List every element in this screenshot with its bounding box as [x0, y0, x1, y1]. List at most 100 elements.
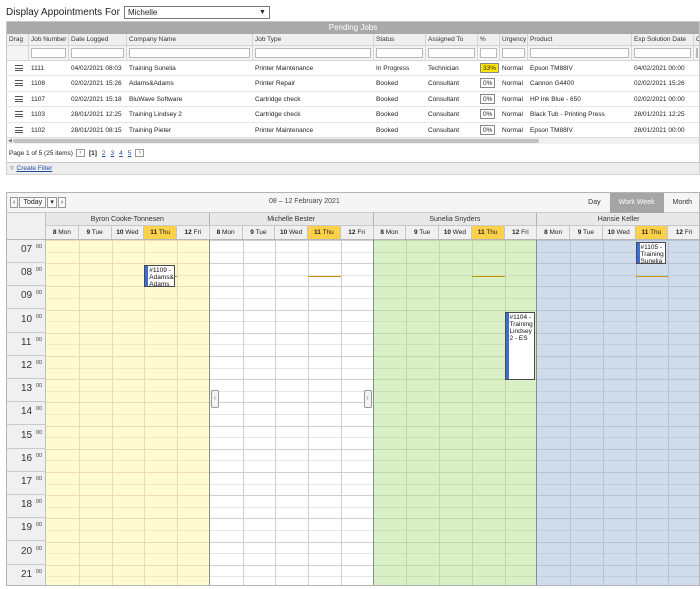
- resource-column-3[interactable]: [537, 240, 699, 585]
- scroll-left-handle[interactable]: ‹: [210, 389, 219, 408]
- next-period-button[interactable]: ›: [57, 197, 67, 208]
- slot-line: [46, 483, 210, 485]
- user-select[interactable]: Michelle ▼: [123, 5, 270, 19]
- column-filter-input[interactable]: [255, 48, 371, 58]
- column-header[interactable]: Drag: [7, 34, 29, 45]
- appointment[interactable]: #1105 - Training Sunelia: [635, 242, 667, 265]
- column-filter-input[interactable]: [634, 48, 691, 58]
- scroll-right-handle[interactable]: ›: [363, 389, 372, 408]
- drag-handle-icon[interactable]: [15, 65, 23, 71]
- table-cell: Adams&Adams: [129, 80, 174, 88]
- pager-page-link[interactable]: 4: [118, 150, 124, 157]
- table-cell: Black Tub - Printing Press: [530, 111, 605, 119]
- drag-cell[interactable]: [7, 61, 29, 75]
- table-row[interactable]: 1111 04/02/2021 08:03 Training Sunelia Prin…: [7, 61, 699, 77]
- drag-handle-icon[interactable]: [15, 80, 23, 87]
- column-filter-input[interactable]: [129, 48, 250, 58]
- column-header[interactable]: Exp Solution Date: [632, 34, 694, 45]
- minute-label: 00: [36, 568, 43, 575]
- create-filter-link[interactable]: Create Filter: [17, 165, 53, 172]
- day-header-cell[interactable]: 9 Tue: [406, 226, 439, 239]
- day-header-cell[interactable]: 8 Mon: [210, 226, 243, 239]
- view-tab-work-week[interactable]: Work Week: [609, 193, 664, 213]
- view-tab-month[interactable]: Month: [664, 193, 699, 213]
- day-header-cell[interactable]: 9 Tue: [570, 226, 603, 239]
- day-header-cell[interactable]: 11 Thu: [308, 226, 341, 239]
- day-header-cell[interactable]: 12 Fri: [177, 226, 210, 239]
- column-header[interactable]: Product: [528, 34, 632, 45]
- prev-period-button[interactable]: ‹: [10, 197, 19, 208]
- column-header[interactable]: Date Logged: [69, 34, 127, 45]
- day-header-cell[interactable]: 10 Wed: [603, 226, 636, 239]
- column-filter-input[interactable]: [530, 48, 629, 58]
- pager-page-link[interactable]: 5: [127, 150, 133, 157]
- column-header[interactable]: Assigned To: [426, 34, 478, 45]
- day-header-cell[interactable]: 12 Fri: [668, 226, 699, 239]
- scrollbar-thumb[interactable]: [13, 139, 539, 143]
- column-header[interactable]: C: [694, 34, 699, 45]
- column-filter-cell: [374, 46, 426, 60]
- column-header[interactable]: Job Number: [29, 34, 69, 45]
- drag-cell[interactable]: [7, 123, 29, 137]
- day-header-cell[interactable]: 9 Tue: [79, 226, 112, 239]
- column-filter-input[interactable]: [71, 48, 124, 58]
- day-header-cell[interactable]: 11 Thu: [471, 226, 505, 239]
- drag-handle-icon[interactable]: [15, 111, 23, 118]
- appointment[interactable]: #1104 - Training Lindsey 2 - ES: [504, 311, 536, 381]
- day-header-cell[interactable]: 10 Wed: [439, 226, 472, 239]
- table-row[interactable]: 1108 02/02/2021 15:26 Adams&Adams Printer R…: [7, 76, 699, 92]
- resource-column-2[interactable]: [373, 240, 538, 585]
- grid-header: Drag Job Number Date Logged Company Name Job…: [7, 34, 699, 46]
- scroll-left-icon[interactable]: ◀: [8, 138, 12, 144]
- drag-cell[interactable]: [7, 107, 29, 121]
- column-filter-input[interactable]: [31, 48, 66, 58]
- date-picker-button[interactable]: ▾: [47, 197, 57, 208]
- pager-pages: [1] 2 3 4 5: [88, 150, 132, 157]
- day-header-cell[interactable]: 10 Wed: [275, 226, 308, 239]
- scheduler: ‹ Today ▾ › 08 – 12 February 2021 Day Wor…: [6, 192, 700, 586]
- slot-line: [209, 251, 374, 253]
- drag-handle-icon[interactable]: [15, 95, 23, 102]
- column-filter-input[interactable]: [502, 48, 525, 58]
- table-row[interactable]: 1103 28/01/2021 12:25 Training Lindsey 2 Ca…: [7, 107, 699, 123]
- column-header[interactable]: Status: [374, 34, 426, 45]
- day-header-cell[interactable]: 12 Fri: [505, 226, 538, 239]
- column-filter-input[interactable]: [428, 48, 475, 58]
- pager-page-link[interactable]: 2: [101, 150, 107, 157]
- column-header[interactable]: Company Name: [127, 34, 253, 45]
- slot-line: [209, 576, 374, 578]
- table-cell: 1111: [31, 65, 45, 72]
- day-header-cell[interactable]: 12 Fri: [341, 226, 374, 239]
- day-header-cell[interactable]: 11 Thu: [144, 226, 177, 239]
- drag-cell[interactable]: [7, 92, 29, 106]
- column-header[interactable]: %: [478, 34, 500, 45]
- pager-page-link[interactable]: [1]: [88, 150, 98, 157]
- column-header[interactable]: Urgency: [500, 34, 528, 45]
- day-header-cell[interactable]: 8 Mon: [374, 226, 407, 239]
- pager-next-button[interactable]: ›: [135, 149, 145, 157]
- drag-cell[interactable]: [7, 76, 29, 90]
- slot-line: [46, 332, 210, 334]
- day-header-cell[interactable]: 10 Wed: [112, 226, 145, 239]
- column-filter-input[interactable]: [696, 48, 698, 58]
- drag-handle-icon[interactable]: [15, 126, 23, 133]
- today-button[interactable]: Today: [19, 197, 47, 208]
- day-header-cell[interactable]: 11 Thu: [635, 226, 669, 239]
- resource-column-0[interactable]: [46, 240, 210, 585]
- column-filter-input[interactable]: [480, 48, 497, 58]
- horizontal-scrollbar[interactable]: ◀: [7, 137, 699, 144]
- table-cell: Printer Repair: [255, 80, 296, 88]
- resource-column-1[interactable]: [209, 240, 374, 585]
- pager-prev-button[interactable]: ‹: [75, 149, 85, 157]
- day-header-cell[interactable]: 8 Mon: [537, 226, 570, 239]
- slot-line: [209, 321, 374, 323]
- table-row[interactable]: 1102 28/01/2021 08:15 Training Pieter Print…: [7, 123, 699, 138]
- column-header[interactable]: Job Type: [253, 34, 374, 45]
- appointment[interactable]: #1109 - Adams& Adams - ES: [144, 265, 175, 288]
- table-row[interactable]: 1107 02/02/2021 15:18 BluWave Software Cart…: [7, 92, 699, 108]
- view-tab-day[interactable]: Day: [579, 193, 609, 213]
- pager-page-link[interactable]: 3: [110, 150, 116, 157]
- column-filter-input[interactable]: [376, 48, 423, 58]
- day-header-cell[interactable]: 8 Mon: [46, 226, 79, 239]
- day-header-cell[interactable]: 9 Tue: [243, 226, 276, 239]
